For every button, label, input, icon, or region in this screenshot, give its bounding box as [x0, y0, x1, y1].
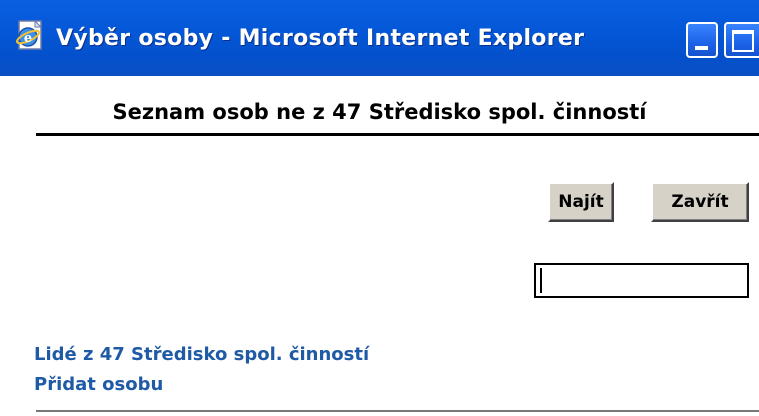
search-input[interactable]: [534, 263, 749, 298]
find-button[interactable]: Najít: [548, 182, 614, 222]
bottom-divider: [36, 410, 759, 412]
heading-divider: [36, 133, 759, 136]
ie-page-icon: e: [14, 18, 48, 52]
window-titlebar[interactable]: e Výběr osoby - Microsoft Internet Explo…: [0, 0, 759, 76]
window-title: Výběr osoby - Microsoft Internet Explore…: [56, 26, 585, 51]
maximize-icon[interactable]: [724, 22, 759, 58]
text-caret: [540, 268, 542, 293]
people-link[interactable]: Lidé z 47 Středisko spol. činností: [34, 344, 369, 365]
svg-text:e: e: [24, 31, 32, 46]
close-button[interactable]: Zavřít: [651, 182, 749, 222]
add-person-link[interactable]: Přidat osobu: [34, 374, 163, 395]
minimize-icon[interactable]: [686, 22, 718, 58]
page-title: Seznam osob ne z 47 Středisko spol. činn…: [112, 100, 647, 124]
